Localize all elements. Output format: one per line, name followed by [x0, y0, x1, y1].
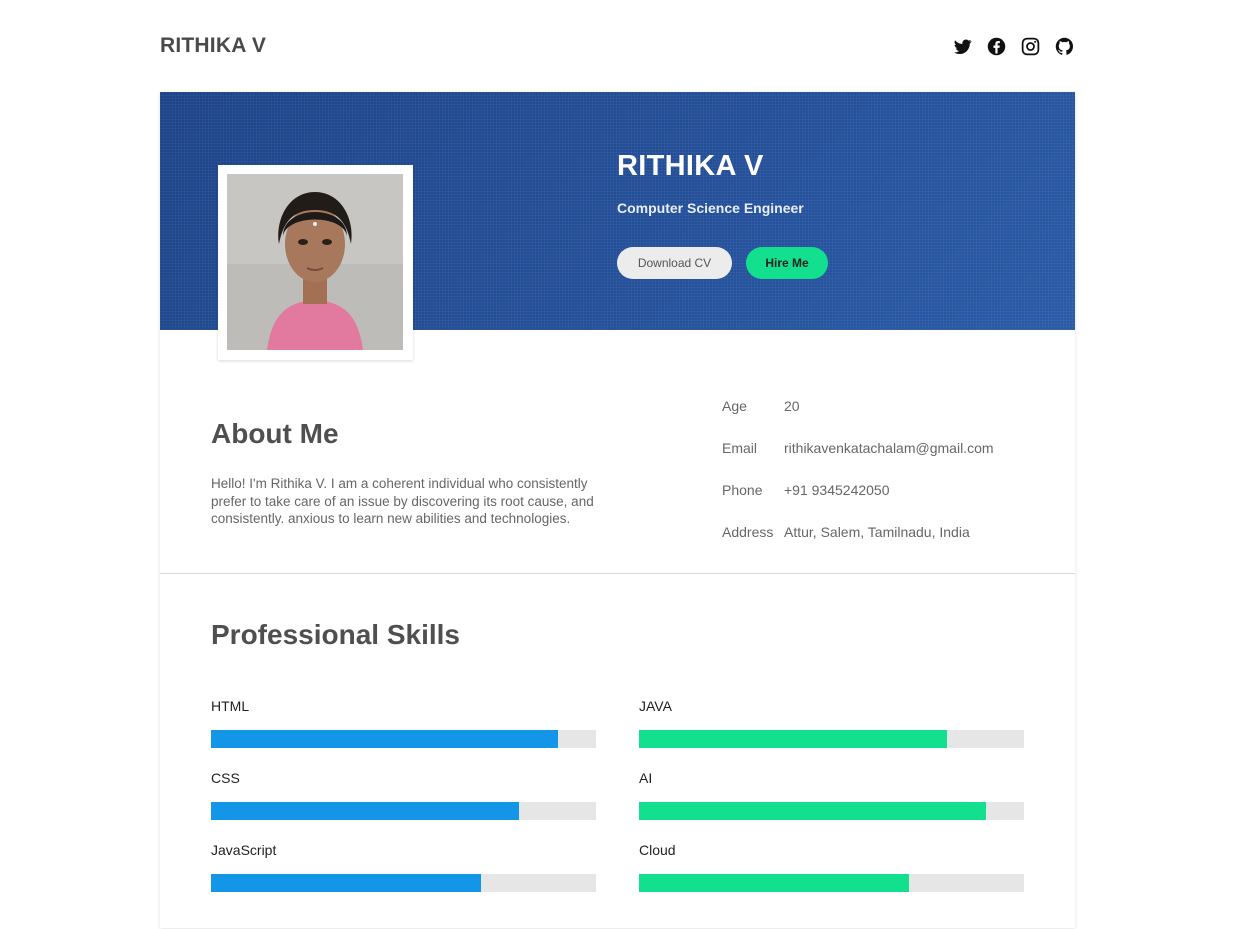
skill-javascript: JavaScript	[211, 840, 596, 892]
skill-label: JavaScript	[211, 842, 277, 858]
twitter-icon[interactable]	[952, 36, 973, 57]
info-row-address: Address Attur, Salem, Tamilnadu, India	[722, 524, 994, 566]
skill-fill	[639, 730, 947, 748]
info-row-phone: Phone +91 9345242050	[722, 482, 994, 524]
skill-cloud: Cloud	[639, 840, 1024, 892]
skill-track	[639, 874, 1024, 892]
profile-card: RITHIKA V Computer Science Engineer Down…	[160, 92, 1075, 928]
skill-ai: AI	[639, 768, 1024, 820]
about-title: About Me	[211, 418, 339, 449]
download-cv-button[interactable]: Download CV	[617, 247, 732, 279]
skills-title: Professional Skills	[211, 619, 460, 650]
skill-track	[639, 730, 1024, 748]
top-bar: RITHIKA V	[160, 30, 1075, 64]
skill-fill	[211, 874, 481, 892]
skill-java: JAVA	[639, 696, 1024, 748]
profile-photo	[227, 174, 403, 350]
info-value: 20	[784, 398, 800, 414]
skill-css: CSS	[211, 768, 596, 820]
skill-fill	[639, 802, 986, 820]
skill-label: Cloud	[639, 842, 676, 858]
info-row-email: Email rithikavenkatachalam@gmail.com	[722, 440, 994, 482]
skill-label: HTML	[211, 698, 250, 714]
info-key: Address	[722, 524, 774, 540]
info-value[interactable]: rithikavenkatachalam@gmail.com	[784, 440, 994, 482]
info-row-age: Age 20	[722, 398, 994, 440]
skill-track	[211, 730, 596, 748]
section-divider	[160, 573, 1075, 574]
brand-name[interactable]: RITHIKA V	[160, 34, 266, 58]
skill-label: CSS	[211, 770, 240, 786]
info-value: +91 9345242050	[784, 482, 890, 498]
portrait-illustration	[227, 174, 403, 350]
info-key: Phone	[722, 482, 763, 498]
skill-fill	[639, 874, 909, 892]
about-text: Hello! I'm Rithika V. I am a coherent in…	[211, 476, 594, 526]
skill-track	[211, 874, 596, 892]
skill-label: JAVA	[639, 698, 672, 714]
hire-me-button[interactable]: Hire Me	[746, 247, 828, 279]
info-value: Attur, Salem, Tamilnadu, India	[784, 524, 970, 540]
social-links	[952, 36, 1075, 57]
skill-track	[639, 802, 1024, 820]
facebook-icon[interactable]	[986, 36, 1007, 57]
skill-html: HTML	[211, 696, 596, 748]
info-list: Age 20 Email rithikavenkatachalam@gmail.…	[722, 398, 994, 566]
profile-photo-frame	[218, 165, 413, 360]
skill-label: AI	[639, 770, 653, 786]
github-icon[interactable]	[1054, 36, 1075, 57]
hero-role: Computer Science Engineer	[617, 200, 804, 216]
info-key: Age	[722, 398, 747, 414]
skill-fill	[211, 730, 558, 748]
instagram-icon[interactable]	[1020, 36, 1041, 57]
hero-name: RITHIKA V	[617, 150, 764, 182]
info-key: Email	[722, 440, 758, 456]
skill-track	[211, 802, 596, 820]
skill-fill	[211, 802, 519, 820]
